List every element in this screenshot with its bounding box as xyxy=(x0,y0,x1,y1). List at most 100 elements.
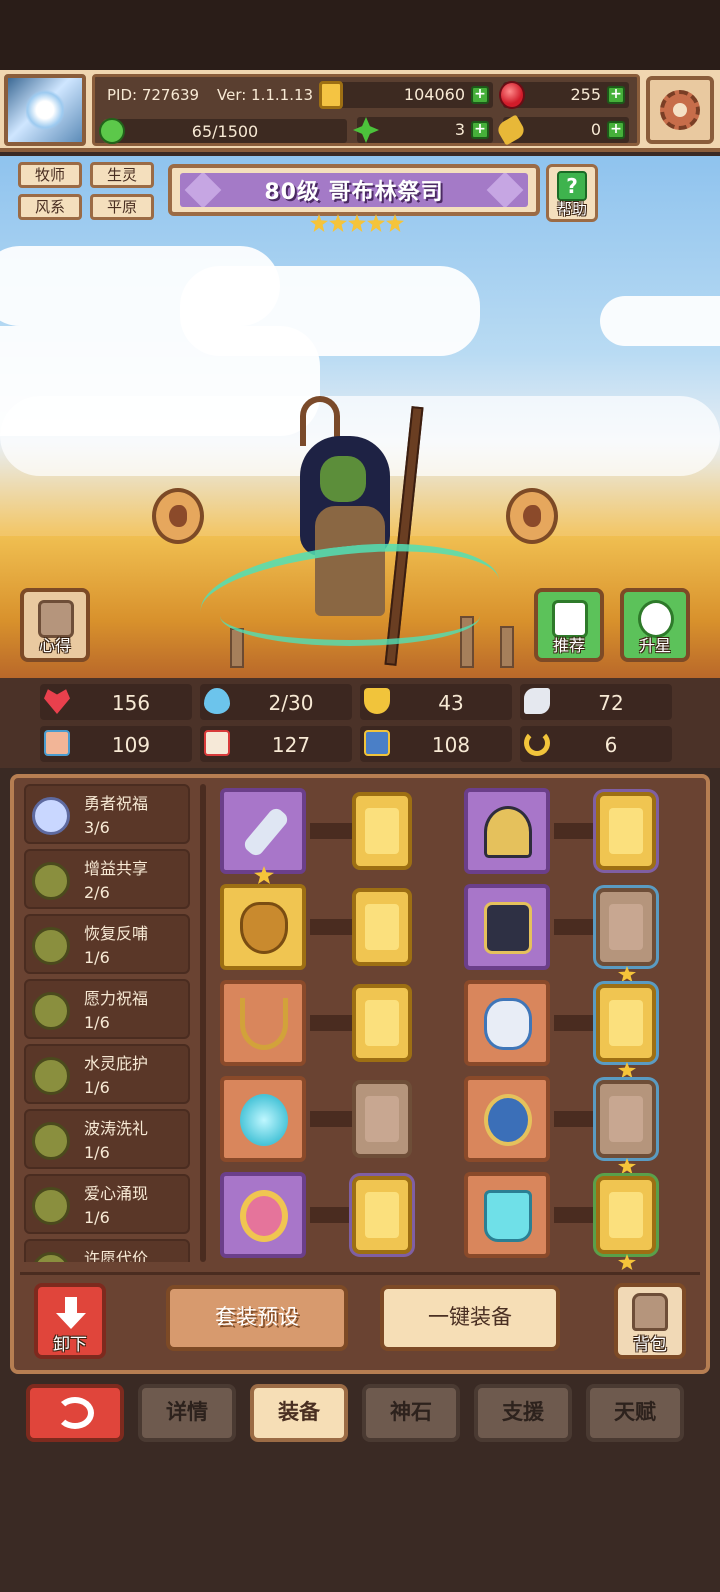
one-click-equip-button[interactable]: 一键装备 xyxy=(380,1285,560,1351)
equip-slot-ring[interactable] xyxy=(220,1172,306,1258)
recommend-button[interactable]: 推荐 xyxy=(534,588,604,662)
set-bonus-item[interactable]: 水灵庇护 1/6 xyxy=(24,1044,190,1104)
set-bonus-name: 爱心涌现 xyxy=(84,1184,149,1203)
tab-talent[interactable]: 天赋 xyxy=(586,1384,684,1442)
set-bonus-name: 波涛洗礼 xyxy=(84,1119,149,1138)
rune-card-necklace[interactable] xyxy=(352,984,412,1062)
set-bonus-count: 2/6 xyxy=(84,883,110,902)
add-gems-button[interactable]: + xyxy=(607,86,625,104)
rune-card-armor-empty[interactable] xyxy=(596,888,656,982)
rune-card-helmet[interactable] xyxy=(596,792,656,870)
settings-button[interactable] xyxy=(646,76,714,144)
stat-mana: 2/30 xyxy=(200,684,352,720)
stat-magic-value: 127 xyxy=(271,733,311,757)
coin-counter: 104060 + xyxy=(319,81,493,109)
prev-hero-button[interactable] xyxy=(152,488,204,544)
fence-post xyxy=(500,626,514,668)
clover-value: 3 xyxy=(454,120,465,139)
tab-details[interactable]: 详情 xyxy=(138,1384,236,1442)
equip-slot-boots[interactable] xyxy=(464,1172,550,1258)
set-bonus-list[interactable]: 勇者祝福 3/6 增益共享 2/6 恢复反哺 1/6 愿力祝福 1/6 水灵庇护 1/6 波涛洗礼 1… xyxy=(24,784,190,1262)
tag-race: 生灵 xyxy=(90,162,154,188)
set-medal-icon xyxy=(32,1057,70,1095)
star-up-button[interactable]: 升星 xyxy=(620,588,690,662)
set-bonus-count: 1/6 xyxy=(84,1208,110,1227)
equip-slot-cloak[interactable] xyxy=(464,980,550,1066)
wand-icon xyxy=(241,805,291,859)
slot-link xyxy=(310,1207,352,1223)
status-bar xyxy=(0,0,720,70)
rune-icon xyxy=(609,808,643,854)
wing-icon xyxy=(524,688,550,714)
stats-panel: 156 2/30 43 72 109 127 108 6 xyxy=(0,678,720,768)
cloud xyxy=(600,296,720,346)
hero-title: 80级 哥布林祭司 xyxy=(264,180,444,205)
stat-speed-value: 72 xyxy=(598,691,624,715)
rune-card-boots[interactable] xyxy=(596,1176,656,1270)
set-bonus-item[interactable]: 愿力祝福 1/6 xyxy=(24,979,190,1039)
heart-icon xyxy=(44,689,70,714)
helmet-icon xyxy=(484,806,532,858)
set-preset-button[interactable]: 套装预设 xyxy=(166,1285,348,1351)
unequip-button[interactable]: 卸下 xyxy=(34,1283,106,1359)
stat-speed: 72 xyxy=(520,684,672,720)
tab-support[interactable]: 支援 xyxy=(474,1384,572,1442)
rune-card-belt-empty[interactable] xyxy=(596,1080,656,1174)
set-bonus-name: 增益共享 xyxy=(84,859,149,878)
stamina-bar: 65/1500 xyxy=(99,118,347,144)
tab-equipment[interactable]: 装备 xyxy=(250,1384,348,1442)
armor-icon xyxy=(484,902,532,954)
question-icon: ? xyxy=(557,171,587,201)
rune-icon xyxy=(365,904,399,950)
add-clovers-button[interactable]: + xyxy=(471,121,489,139)
key-icon xyxy=(495,114,527,146)
rune-card-cloak[interactable] xyxy=(596,984,656,1078)
help-button[interactable]: ? 帮助 xyxy=(546,164,598,222)
back-arrow-icon xyxy=(56,1397,94,1429)
next-hero-button[interactable] xyxy=(506,488,558,544)
set-bonus-item[interactable]: 恢复反哺 1/6 xyxy=(24,914,190,974)
key-value: 0 xyxy=(590,120,601,139)
equip-slot-belt[interactable] xyxy=(464,1076,550,1162)
set-medal-icon xyxy=(32,862,70,900)
bag-button[interactable]: 背包 xyxy=(614,1283,686,1359)
stat-defense: 43 xyxy=(360,684,512,720)
star-icon xyxy=(329,214,347,232)
equip-slot-orb[interactable] xyxy=(220,1076,306,1162)
star-icon xyxy=(367,214,385,232)
empty-rune-icon xyxy=(609,904,643,950)
equip-slot-shield[interactable] xyxy=(220,884,306,970)
stat-luck-value: 6 xyxy=(604,733,618,757)
set-bonus-item[interactable]: 爱心涌现 1/6 xyxy=(24,1174,190,1234)
set-bonus-item[interactable]: 勇者祝福 3/6 xyxy=(24,784,190,844)
set-bonus-count: 1/6 xyxy=(84,948,110,967)
tab-godstone[interactable]: 神石 xyxy=(362,1384,460,1442)
set-bonus-item[interactable]: 许愿代价 xyxy=(24,1239,190,1262)
rune-card-shield[interactable] xyxy=(352,888,412,966)
set-bonus-count: 1/6 xyxy=(84,1078,110,1097)
rune-card-ring[interactable] xyxy=(352,1176,412,1254)
set-bonus-count: 1/6 xyxy=(84,1013,110,1032)
player-id: PID: 727639 xyxy=(107,86,200,104)
set-bonus-item[interactable]: 增益共享 2/6 xyxy=(24,849,190,909)
slot-link xyxy=(554,919,596,935)
equip-slot-weapon[interactable] xyxy=(220,788,306,884)
equip-slot-helmet[interactable] xyxy=(464,788,550,874)
add-coins-button[interactable]: + xyxy=(471,86,489,104)
stat-crit: 108 xyxy=(360,726,512,762)
back-button[interactable] xyxy=(26,1384,124,1442)
stat-hp: 156 xyxy=(40,684,192,720)
equip-slot-armor[interactable] xyxy=(464,884,550,970)
set-medal-icon xyxy=(32,797,70,835)
rune-card-weapon[interactable] xyxy=(352,792,412,870)
equip-slot-necklace[interactable] xyxy=(220,980,306,1066)
set-medal-icon xyxy=(32,927,70,965)
resource-panel: PID: 727639 Ver: 1.1.1.13 104060 + 255 +… xyxy=(92,74,640,146)
set-bonus-item[interactable]: 波涛洗礼 1/6 xyxy=(24,1109,190,1169)
add-keys-button[interactable]: + xyxy=(607,121,625,139)
insight-label: 心得 xyxy=(38,636,71,655)
rune-card-orb-empty[interactable] xyxy=(352,1080,412,1158)
player-avatar[interactable] xyxy=(4,74,86,146)
insight-button[interactable]: 心得 xyxy=(20,588,90,662)
set-medal-icon xyxy=(32,1252,70,1262)
